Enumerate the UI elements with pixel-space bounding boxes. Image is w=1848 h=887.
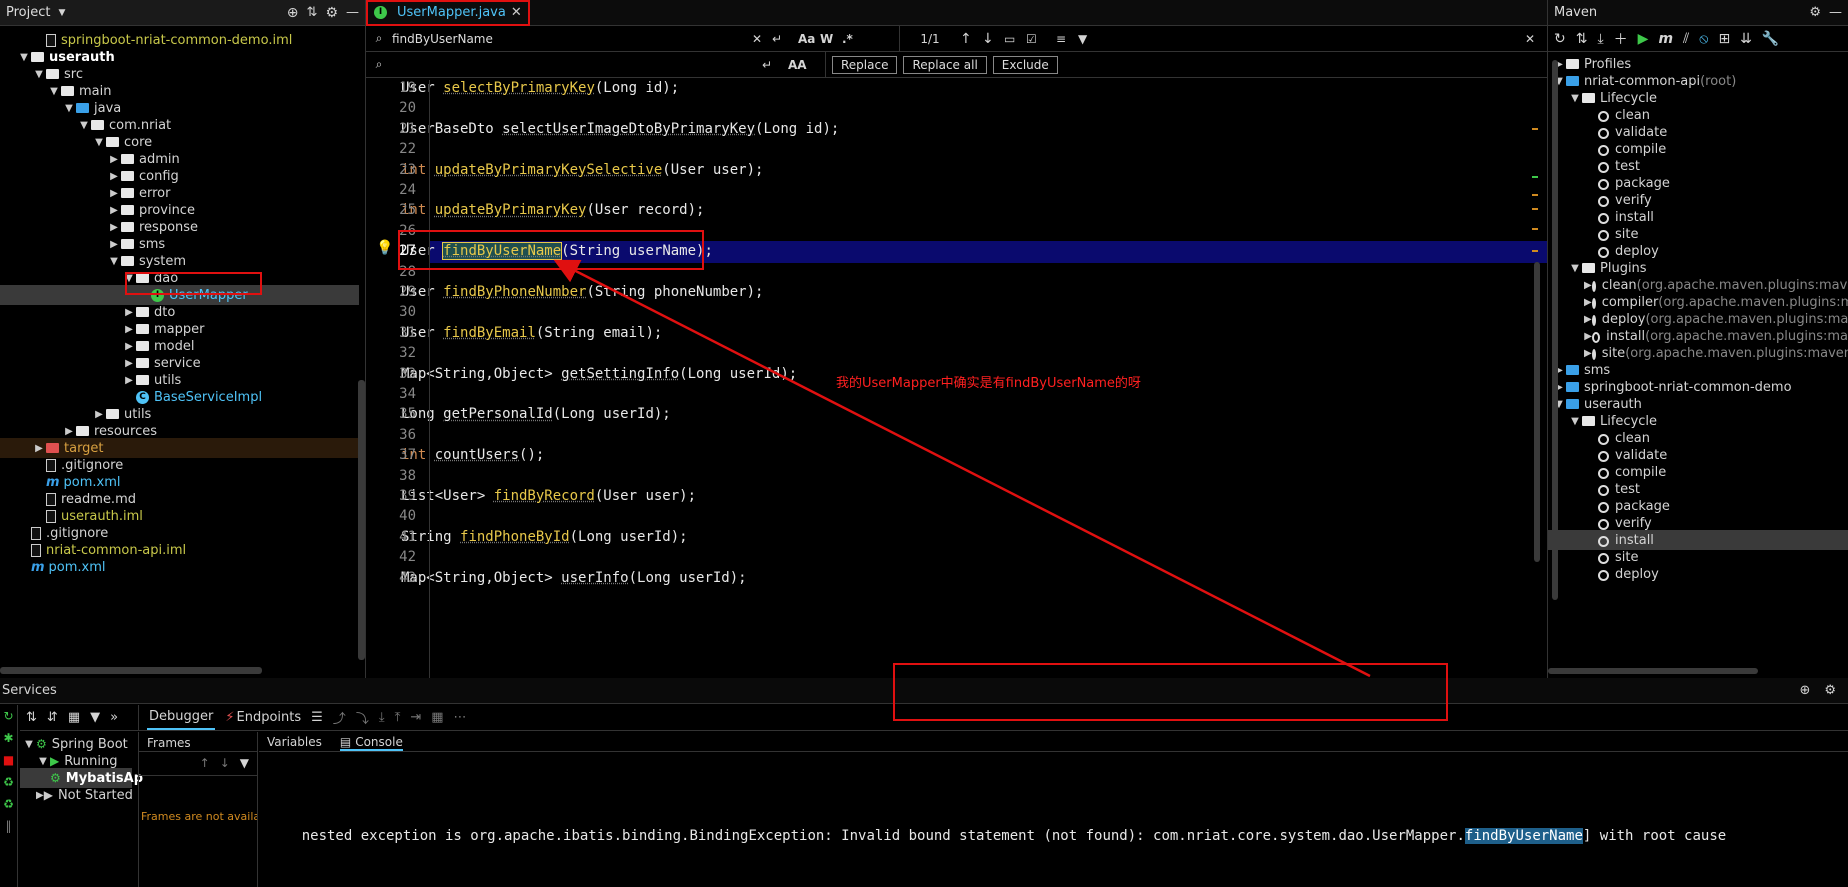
annotation-arrow bbox=[553, 259, 1371, 678]
